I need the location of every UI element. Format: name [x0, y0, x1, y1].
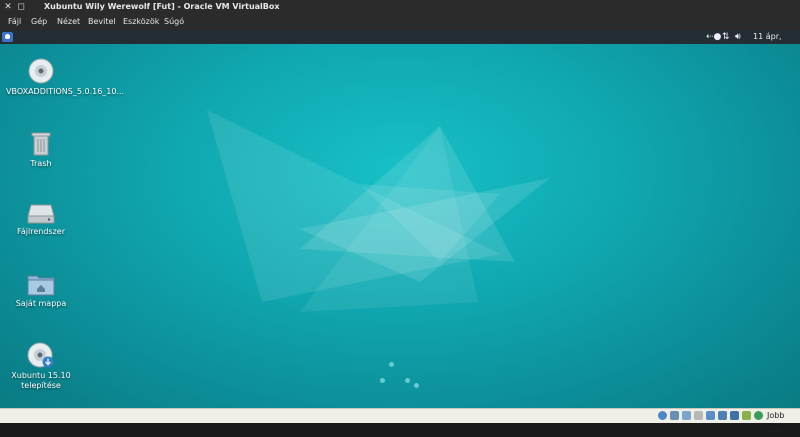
desktop-icon-label: Saját mappa — [15, 299, 67, 308]
desktop-icon-trash[interactable]: Trash — [6, 130, 76, 169]
display-icon[interactable] — [706, 411, 715, 420]
keyboard-icon[interactable] — [754, 411, 763, 420]
menubar: Fájl Gép Nézet Bevitel Eszközök Súgó — [0, 14, 800, 30]
network-icon[interactable]: ⇠● — [706, 30, 721, 44]
menu-machine[interactable]: Gép — [31, 14, 47, 30]
volume-icon[interactable]: 🔊︎ — [735, 30, 741, 44]
window-titlebar: ✕ ◻ Xubuntu Wily Werewolf [Fut] - Oracle… — [0, 0, 800, 14]
menu-view[interactable]: Nézet — [57, 14, 80, 30]
cd-disc-icon — [28, 58, 54, 84]
video-capture-icon[interactable] — [730, 411, 739, 420]
desktop-icon-label: Fájlrendszer — [17, 227, 65, 236]
home-folder-icon — [27, 275, 55, 296]
menu-input[interactable]: Bevitel — [88, 14, 116, 30]
mouse-integration-icon[interactable] — [742, 411, 751, 420]
desktop-icon-filesystem[interactable]: Fájlrendszer — [6, 202, 76, 237]
shared-folders-icon[interactable] — [694, 411, 703, 420]
install-disc-icon — [27, 342, 54, 368]
desktop-icon-label: Trash — [30, 159, 52, 168]
desktop-icon-install[interactable]: Xubuntu 15.10 telepítése — [6, 342, 76, 391]
host-key-label: Jobb Ctrl — [767, 411, 785, 434]
desktop: VBOXADDITIONS_5.0.16_10... Trash Fájlren… — [0, 44, 800, 408]
desktop-icon-label: VBOXADDITIONS_5.0.16_10... — [6, 87, 125, 96]
desktop-icon-label: Xubuntu 15.10 telepítése — [11, 371, 71, 390]
optical-icon[interactable] — [670, 411, 679, 420]
usb-icon[interactable] — [682, 411, 691, 420]
window-title: Xubuntu Wily Werewolf [Fut] - Oracle VM … — [44, 2, 280, 11]
menu-file[interactable]: Fájl — [8, 14, 21, 30]
xubuntu-wallpaper-logo — [207, 110, 550, 312]
hdd-icon[interactable] — [658, 411, 667, 420]
top-panel: ⇠● ⇅ 🔊︎ 11 ápr, 14:27 — [0, 30, 800, 55]
desktop-icon-vboxadditions[interactable]: VBOXADDITIONS_5.0.16_10... — [6, 58, 124, 97]
transfer-icon[interactable]: ⇅ — [722, 30, 730, 44]
whisker-menu-icon[interactable] — [2, 32, 13, 42]
drive-icon — [27, 204, 55, 224]
statusbar: Jobb Ctrl — [0, 408, 800, 434]
menu-help[interactable]: Súgó — [164, 14, 184, 30]
close-icon[interactable]: ✕ — [2, 0, 14, 14]
menu-tools[interactable]: Eszközök — [123, 14, 159, 30]
restore-icon[interactable]: ◻ — [15, 0, 27, 14]
desktop-icon-home[interactable]: Saját mappa — [6, 272, 76, 309]
trash-icon — [31, 132, 51, 156]
network-adapter-icon[interactable] — [718, 411, 727, 420]
